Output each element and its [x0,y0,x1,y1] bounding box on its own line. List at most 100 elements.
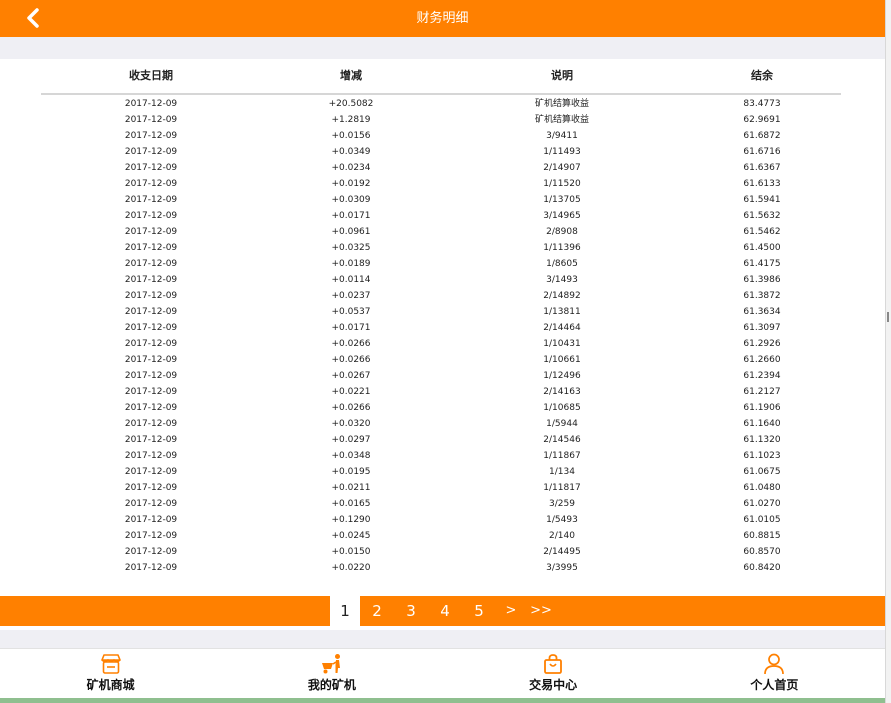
spacer-top [0,37,885,59]
cell-change: +0.0220 [331,563,371,573]
table-row: 2017-12-09 +1.2819 矿机结算收益 62.9691 [41,112,841,128]
cell-description: 1/11520 [543,179,581,189]
next-page-link[interactable]: > [496,596,526,626]
cell-description: 3/3995 [546,563,578,573]
cell-balance: 61.0270 [743,499,781,509]
page-3-link[interactable]: 3 [394,596,428,626]
cell-date: 2017-12-09 [124,259,178,269]
cell-description: 1/5493 [546,515,578,525]
cell-balance: 61.5632 [743,211,781,221]
cell-date: 2017-12-09 [124,147,178,157]
cell-description: 1/10431 [543,339,581,349]
cell-date: 2017-12-09 [124,499,178,509]
spacer-bottom [0,630,885,648]
cell-change: +0.0221 [331,387,371,397]
cell-balance: 61.2127 [743,387,781,397]
cell-balance: 61.4500 [743,243,781,253]
top-bar: 财务明细 [0,0,885,37]
cell-description: 1/8605 [546,259,578,269]
cell-date: 2017-12-09 [124,355,178,365]
table-row: 2017-12-09 +0.0221 2/14163 61.2127 [41,384,841,400]
table-row: 2017-12-09 +0.0156 3/9411 61.6872 [41,128,841,144]
shopping-bag-icon [544,654,563,674]
cell-balance: 61.3872 [743,291,781,301]
cell-balance: 61.0105 [743,515,781,525]
cell-description: 1/13811 [543,307,581,317]
cell-date: 2017-12-09 [124,179,178,189]
cell-balance: 61.6716 [743,147,781,157]
cell-date: 2017-12-09 [124,387,178,397]
table-row: 2017-12-09 +0.0234 2/14907 61.6367 [41,160,841,176]
cell-description: 1/11817 [543,483,581,493]
cell-balance: 61.5462 [743,227,781,237]
page-2-link[interactable]: 2 [360,596,394,626]
cell-change: +0.0266 [331,339,371,349]
cell-description: 2/14892 [543,291,581,301]
page-title: 财务明细 [416,11,469,26]
cell-balance: 62.9691 [743,115,781,125]
tab-store[interactable]: 矿机商城 [0,649,221,698]
column-header-balance: 结余 [751,69,773,82]
cell-date: 2017-12-09 [124,227,178,237]
cell-balance: 61.1906 [743,403,781,413]
cell-description: 3/14965 [543,211,581,221]
cell-date: 2017-12-09 [124,419,178,429]
table-row: 2017-12-09 +0.0266 1/10685 61.1906 [41,400,841,416]
cell-balance: 61.2926 [743,339,781,349]
cell-description: 矿机结算收益 [534,99,589,109]
cell-change: +0.0211 [331,483,371,493]
cell-balance: 61.3634 [743,307,781,317]
cell-balance: 61.2394 [743,371,781,381]
finance-table: 收支日期 增减 说明 结余 2017-12-09 +20.5082 矿机结算收益 83… [41,59,841,576]
cell-date: 2017-12-09 [124,275,178,285]
page-4-link[interactable]: 4 [428,596,462,626]
cell-description: 1/11867 [543,451,581,461]
table-row: 2017-12-09 +0.0349 1/11493 61.6716 [41,144,841,160]
table-row: 2017-12-09 +0.0309 1/13705 61.5941 [41,192,841,208]
last-page-link[interactable]: >> [526,596,556,626]
tab-profile[interactable]: 个人首页 [664,649,885,698]
cell-description: 矿机结算收益 [534,115,589,125]
cell-balance: 61.1023 [743,451,781,461]
scrollbar-grip[interactable] [887,312,889,322]
cell-date: 2017-12-09 [124,291,178,301]
cell-change: +0.0192 [331,179,371,189]
store-icon [100,654,121,674]
table-row: 2017-12-09 +0.0537 1/13811 61.3634 [41,304,841,320]
cell-balance: 61.0480 [743,483,781,493]
cell-description: 2/8908 [546,227,578,237]
cell-date: 2017-12-09 [124,131,178,141]
cell-change: +0.0266 [331,355,371,365]
cell-balance: 61.6367 [743,163,781,173]
window-bottom-edge [0,698,885,703]
page-5-link[interactable]: 5 [462,596,496,626]
cell-change: +0.1290 [331,515,371,525]
table-row: 2017-12-09 +0.0237 2/14892 61.3872 [41,288,841,304]
cell-balance: 60.8815 [743,531,781,541]
scrollbar-track[interactable] [885,0,891,703]
cell-date: 2017-12-09 [124,163,178,173]
cell-date: 2017-12-09 [124,339,178,349]
table-row: 2017-12-09 +0.0245 2/140 60.8815 [41,528,841,544]
tab-trade-center-label: 交易中心 [529,678,578,692]
cell-description: 1/5944 [546,419,578,429]
tab-my-miners[interactable]: 我的矿机 [221,649,442,698]
cell-date: 2017-12-09 [124,195,178,205]
cell-change: +0.0156 [331,131,371,141]
cell-balance: 83.4773 [743,99,781,109]
cell-balance: 61.2660 [743,355,781,365]
cell-date: 2017-12-09 [124,435,178,445]
table-row: 2017-12-09 +0.0195 1/134 61.0675 [41,464,841,480]
cell-date: 2017-12-09 [124,515,178,525]
table-row: 2017-12-09 +0.0297 2/14546 61.1320 [41,432,841,448]
page-current[interactable]: 1 [330,596,360,626]
table-row: 2017-12-09 +0.0150 2/14495 60.8570 [41,544,841,560]
tab-my-miners-label: 我的矿机 [307,678,356,692]
cell-description: 1/134 [549,467,575,477]
pagination: 1 2 3 4 5 > >> [0,596,885,626]
cell-change: +0.0320 [331,419,371,429]
tab-trade-center[interactable]: 交易中心 [443,649,664,698]
cell-change: +0.0297 [331,435,371,445]
table-row: 2017-12-09 +0.0266 1/10431 61.2926 [41,336,841,352]
cell-change: +1.2819 [331,115,371,125]
